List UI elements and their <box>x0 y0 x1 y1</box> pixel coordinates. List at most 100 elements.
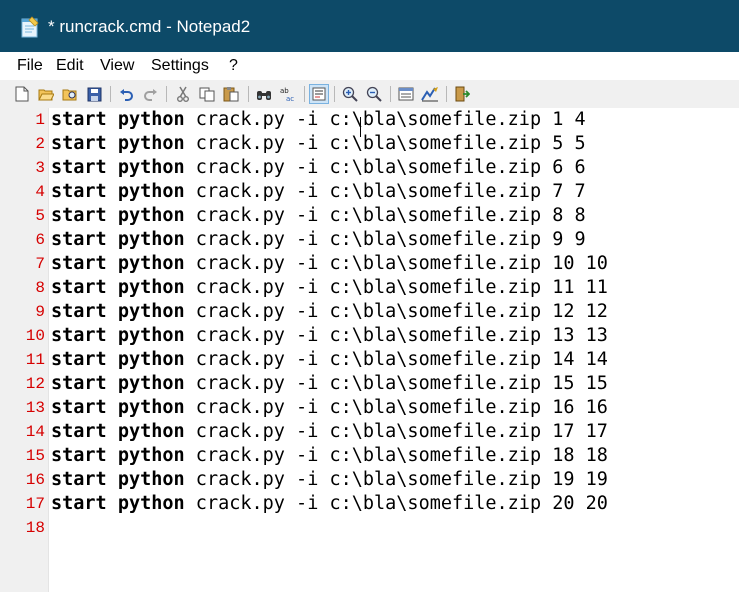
keyword-command: python <box>117 181 185 202</box>
line-number: 16 <box>25 471 45 489</box>
keyword-command: python <box>117 493 185 514</box>
new-file-button[interactable] <box>12 84 32 104</box>
keyword-start: start <box>51 373 107 394</box>
keyword-start: start <box>51 421 107 442</box>
line-number: 10 <box>25 327 45 345</box>
undo-button[interactable] <box>116 84 136 104</box>
browse-icon <box>62 89 77 101</box>
zoom-in-icon <box>342 86 358 102</box>
toolbar: ab ac <box>0 80 739 109</box>
save-button[interactable] <box>84 84 104 104</box>
menu-settings[interactable]: Settings <box>151 57 209 75</box>
code-line[interactable]: start python crack.py -i c:\bla\somefile… <box>51 276 608 300</box>
code-line[interactable]: start python crack.py -i c:\bla\somefile… <box>51 156 586 180</box>
line-number: 2 <box>35 135 45 153</box>
line-number: 5 <box>35 207 45 225</box>
editor-area[interactable]: 1 2 3 4 5 6 7 8 9 10 11 12 13 14 15 16 17 18 start python… <box>0 108 739 592</box>
line-number: 12 <box>25 375 45 393</box>
exit-button[interactable] <box>452 84 472 104</box>
keyword-command: python <box>117 253 185 274</box>
code-line[interactable]: start python crack.py -i c:\bla\somefile… <box>51 396 608 420</box>
code-line[interactable]: start python crack.py -i c:\bla\somefile… <box>51 468 608 492</box>
menu-help[interactable]: ? <box>229 57 238 75</box>
code-arguments: crack.py -i c:\bla\somefile.zip 17 17 <box>184 421 608 442</box>
new-file-icon <box>15 86 29 102</box>
window-title: * runcrack.cmd - Notepad2 <box>48 17 251 36</box>
open-file-button[interactable] <box>36 84 56 104</box>
cut-icon <box>177 86 189 102</box>
menu-bar: File Edit View Settings ? <box>0 52 739 80</box>
code-line[interactable]: start python crack.py -i c:\bla\somefile… <box>51 108 586 132</box>
menu-edit[interactable]: Edit <box>56 57 84 75</box>
word-wrap-button[interactable] <box>309 84 329 104</box>
paste-icon <box>223 87 239 102</box>
browse-button[interactable] <box>60 84 80 104</box>
keyword-start: start <box>51 445 107 466</box>
code-arguments: crack.py -i c:\bla\somefile.zip 19 19 <box>184 469 608 490</box>
toolbar-separator <box>446 86 447 102</box>
code-arguments: crack.py -i c:\bla\somefile.zip 14 14 <box>184 349 608 370</box>
code-line[interactable]: start python crack.py -i c:\bla\somefile… <box>51 348 608 372</box>
line-number: 8 <box>35 279 45 297</box>
code-line[interactable]: start python crack.py -i c:\bla\somefile… <box>51 324 608 348</box>
find-button[interactable] <box>254 84 274 104</box>
keyword-start: start <box>51 253 107 274</box>
keyword-command: python <box>117 325 185 346</box>
menu-file[interactable]: File <box>17 57 43 75</box>
keyword-command: python <box>117 157 185 178</box>
keyword-start: start <box>51 325 107 346</box>
code-arguments: crack.py -i c:\bla\somefile.zip 7 7 <box>184 181 586 202</box>
line-number: 4 <box>35 183 45 201</box>
keyword-command: python <box>117 277 185 298</box>
replace-icon: abac <box>280 87 294 102</box>
code-arguments: crack.py -i c:\bla\somefile.zip 6 6 <box>184 157 586 178</box>
keyword-start: start <box>51 109 107 130</box>
title-bar[interactable]: * runcrack.cmd - Notepad2 <box>0 0 739 52</box>
save-icon <box>87 87 101 101</box>
menu-view[interactable]: View <box>100 57 134 75</box>
text-caret <box>360 117 361 137</box>
toolbar-separator <box>334 86 335 102</box>
code-arguments: crack.py -i c:\bla\somefile.zip 8 8 <box>184 205 586 226</box>
line-number: 9 <box>35 303 45 321</box>
code-arguments: crack.py -i c:\bla\somefile.zip 9 9 <box>184 229 586 250</box>
line-number-gutter: 1 2 3 4 5 6 7 8 9 10 11 12 13 14 15 16 17 18 <box>0 108 49 592</box>
line-number: 3 <box>35 159 45 177</box>
code-arguments: crack.py -i c:\bla\somefile.zip 12 12 <box>184 301 608 322</box>
scheme-button[interactable] <box>396 84 416 104</box>
paste-button[interactable] <box>221 84 241 104</box>
keyword-start: start <box>51 133 107 154</box>
replace-button[interactable]: ab ac <box>278 84 298 104</box>
notepad-app-icon <box>21 16 39 38</box>
code-line[interactable]: start python crack.py -i c:\bla\somefile… <box>51 204 586 228</box>
code-line[interactable]: start python crack.py -i c:\bla\somefile… <box>51 228 586 252</box>
line-number: 17 <box>25 495 45 513</box>
zoom-out-icon <box>366 86 382 102</box>
code-line[interactable]: start python crack.py -i c:\bla\somefile… <box>51 492 608 516</box>
exit-icon <box>455 86 470 102</box>
code-line[interactable]: start python crack.py -i c:\bla\somefile… <box>51 180 586 204</box>
keyword-start: start <box>51 469 107 490</box>
code-arguments: crack.py -i c:\bla\somefile.zip 5 5 <box>184 133 586 154</box>
keyword-start: start <box>51 157 107 178</box>
zoom-in-button[interactable] <box>340 84 360 104</box>
keyword-start: start <box>51 349 107 370</box>
code-line[interactable]: start python crack.py -i c:\bla\somefile… <box>51 252 608 276</box>
cut-button[interactable] <box>173 84 193 104</box>
customize-schemes-button[interactable] <box>420 84 440 104</box>
code-arguments: crack.py -i c:\bla\somefile.zip 11 11 <box>184 277 608 298</box>
code-line[interactable]: start python crack.py -i c:\bla\somefile… <box>51 444 608 468</box>
code-line[interactable]: start python crack.py -i c:\bla\somefile… <box>51 300 608 324</box>
zoom-out-button[interactable] <box>364 84 384 104</box>
code-line[interactable]: start python crack.py -i c:\bla\somefile… <box>51 132 586 156</box>
copy-button[interactable] <box>197 84 217 104</box>
code-line[interactable]: start python crack.py -i c:\bla\somefile… <box>51 420 608 444</box>
keyword-start: start <box>51 229 107 250</box>
keyword-command: python <box>117 421 185 442</box>
line-number: 18 <box>25 519 45 537</box>
keyword-command: python <box>117 373 185 394</box>
code-arguments: crack.py -i c:\bla\somefile.zip 10 10 <box>184 253 608 274</box>
line-number: 7 <box>35 255 45 273</box>
redo-button[interactable] <box>140 84 160 104</box>
code-line[interactable]: start python crack.py -i c:\bla\somefile… <box>51 372 608 396</box>
